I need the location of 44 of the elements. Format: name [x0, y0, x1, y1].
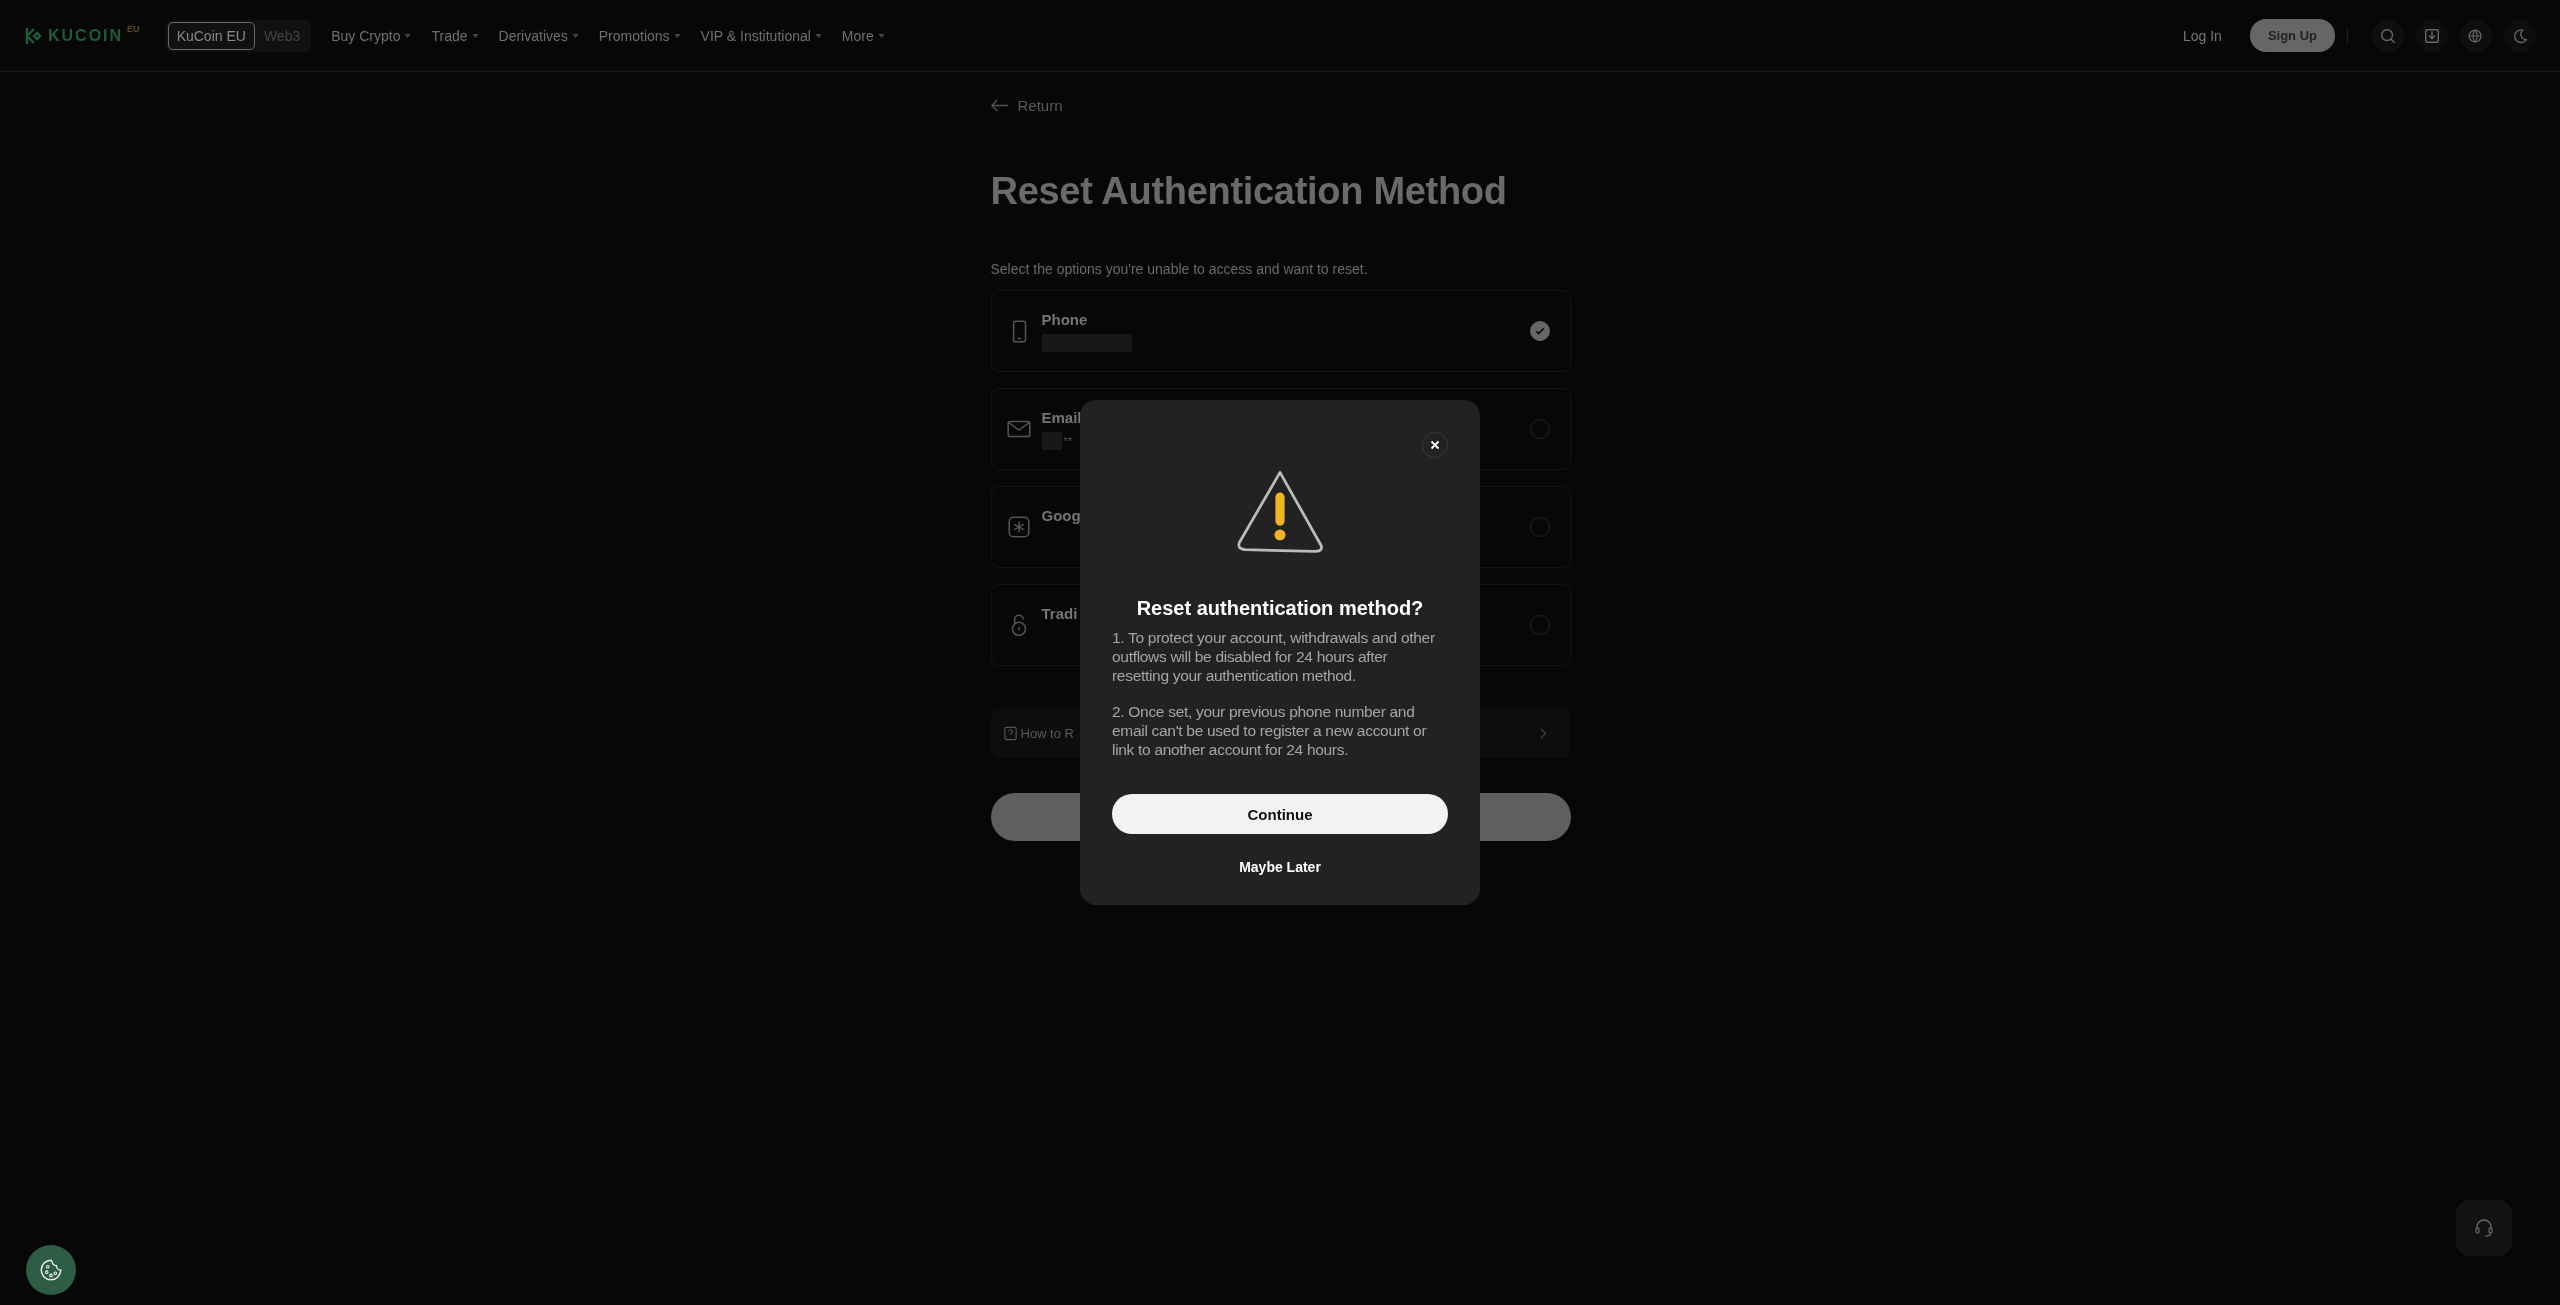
headset-icon[interactable] — [2456, 1200, 2512, 1256]
return-link[interactable]: Return — [990, 97, 1063, 114]
help-icon — [1002, 725, 1018, 741]
option-label: Email — [1041, 408, 1082, 426]
option-label: Phone — [1041, 310, 1088, 328]
option-label: Tradi — [1041, 604, 1078, 622]
logo-icon — [24, 25, 44, 46]
site-tab[interactable]: KuCoin EU — [167, 21, 255, 50]
asterisk-icon — [1005, 514, 1032, 540]
page-title: Reset Authentication Method — [990, 170, 1508, 213]
caret-icon — [673, 33, 681, 38]
nav-menu[interactable]: Promotions — [598, 27, 681, 44]
continue-button[interactable]: Continue — [1112, 794, 1448, 834]
globe-icon[interactable] — [2460, 19, 2492, 52]
option-checkbox[interactable] — [1529, 321, 1550, 341]
search-icon[interactable] — [2372, 19, 2404, 52]
dialog-text: 2. Once set, your previous phone number and email can't be used to register a new account or link to another account for 24 hours. — [1112, 702, 1428, 759]
signup-button[interactable]: Sign Up — [2249, 19, 2335, 52]
caret-icon — [471, 33, 479, 38]
login-link[interactable]: Log In — [2182, 27, 2222, 44]
logo[interactable]: KUCOIN $^{EU}$ — [24, 25, 140, 46]
maybe-later-button[interactable]: Maybe Later — [1239, 859, 1321, 875]
dialog-title: Reset authentication method? — [1135, 597, 1425, 620]
theme-icon[interactable] — [2504, 19, 2536, 52]
instruction-text: Select the options you're unable to access and want to reset. — [990, 261, 1369, 277]
caret-icon — [877, 33, 885, 38]
nav-menu[interactable]: More — [841, 27, 885, 44]
option-label: Goog — [1041, 506, 1081, 524]
help-link[interactable]: How to R — [1020, 725, 1074, 741]
nav-menu[interactable]: Trade — [431, 27, 479, 44]
caret-icon — [571, 33, 579, 38]
option-card[interactable]: Phone — [990, 290, 1571, 372]
nav-menu[interactable]: Derivatives — [498, 27, 579, 44]
nav-menu[interactable]: Buy Crypto — [331, 27, 412, 44]
chevron-icon — [1538, 726, 1547, 740]
download-icon[interactable] — [2416, 19, 2448, 52]
caret-icon — [404, 33, 412, 38]
dialog-text: 1. To protect your account, withdrawals and other outflows will be disabled for 24 hours after resetting your authentication method. — [1112, 628, 1436, 685]
arrow-left-icon — [990, 99, 1009, 112]
check-icon — [1533, 325, 1546, 337]
option-value: ** — [1063, 434, 1073, 447]
nav-menu[interactable]: VIP & Institutional — [700, 27, 822, 44]
caret-icon — [814, 33, 822, 38]
cookie-icon[interactable] — [26, 1245, 76, 1295]
